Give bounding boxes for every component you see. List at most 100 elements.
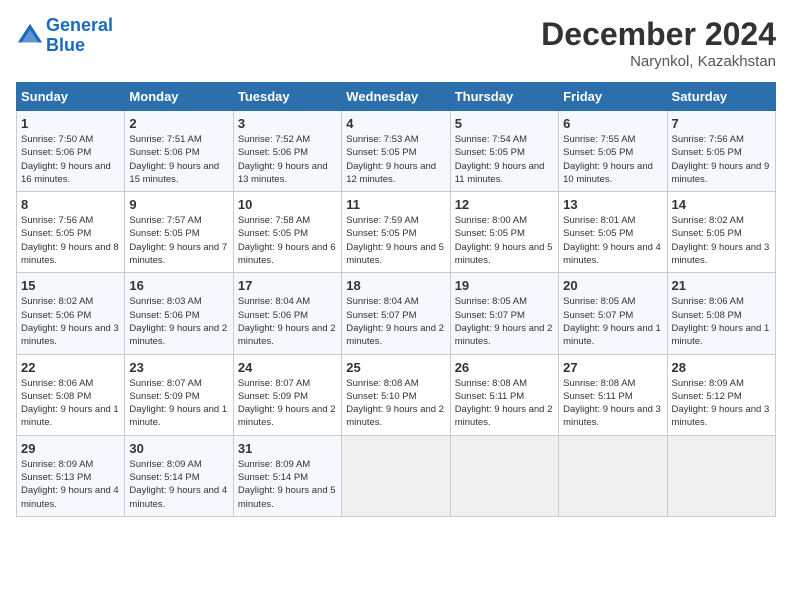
calendar-cell: 16 Sunrise: 8:03 AM Sunset: 5:06 PM Dayl… xyxy=(125,273,233,354)
calendar-row-3: 15 Sunrise: 8:02 AM Sunset: 5:06 PM Dayl… xyxy=(17,273,776,354)
day-number: 16 xyxy=(129,278,228,293)
calendar-cell: 8 Sunrise: 7:56 AM Sunset: 5:05 PM Dayli… xyxy=(17,192,125,273)
calendar-cell: 25 Sunrise: 8:08 AM Sunset: 5:10 PM Dayl… xyxy=(342,354,450,435)
calendar-cell: 28 Sunrise: 8:09 AM Sunset: 5:12 PM Dayl… xyxy=(667,354,775,435)
day-number: 3 xyxy=(238,116,337,131)
calendar-cell: 17 Sunrise: 8:04 AM Sunset: 5:06 PM Dayl… xyxy=(233,273,341,354)
day-number: 10 xyxy=(238,197,337,212)
calendar-cell: 15 Sunrise: 8:02 AM Sunset: 5:06 PM Dayl… xyxy=(17,273,125,354)
day-number: 8 xyxy=(21,197,120,212)
day-info: Sunrise: 7:56 AM Sunset: 5:05 PM Dayligh… xyxy=(672,133,771,186)
calendar-cell: 31 Sunrise: 8:09 AM Sunset: 5:14 PM Dayl… xyxy=(233,435,341,516)
day-number: 15 xyxy=(21,278,120,293)
day-info: Sunrise: 8:09 AM Sunset: 5:13 PM Dayligh… xyxy=(21,458,120,511)
day-number: 2 xyxy=(129,116,228,131)
calendar-cell: 4 Sunrise: 7:53 AM Sunset: 5:05 PM Dayli… xyxy=(342,111,450,192)
calendar-cell: 13 Sunrise: 8:01 AM Sunset: 5:05 PM Dayl… xyxy=(559,192,667,273)
title-block: December 2024 Narynkol, Kazakhstan xyxy=(541,16,776,70)
day-info: Sunrise: 7:57 AM Sunset: 5:05 PM Dayligh… xyxy=(129,214,228,267)
page-header: General Blue December 2024 Narynkol, Kaz… xyxy=(16,16,776,70)
calendar-cell: 23 Sunrise: 8:07 AM Sunset: 5:09 PM Dayl… xyxy=(125,354,233,435)
day-info: Sunrise: 8:06 AM Sunset: 5:08 PM Dayligh… xyxy=(21,377,120,430)
calendar-cell xyxy=(342,435,450,516)
calendar-cell: 18 Sunrise: 8:04 AM Sunset: 5:07 PM Dayl… xyxy=(342,273,450,354)
day-info: Sunrise: 8:09 AM Sunset: 5:14 PM Dayligh… xyxy=(129,458,228,511)
day-number: 21 xyxy=(672,278,771,293)
logo: General Blue xyxy=(16,16,113,56)
day-number: 26 xyxy=(455,360,554,375)
weekday-header-tuesday: Tuesday xyxy=(233,83,341,111)
calendar-cell xyxy=(450,435,558,516)
day-info: Sunrise: 7:52 AM Sunset: 5:06 PM Dayligh… xyxy=(238,133,337,186)
day-number: 19 xyxy=(455,278,554,293)
day-info: Sunrise: 8:03 AM Sunset: 5:06 PM Dayligh… xyxy=(129,295,228,348)
day-number: 13 xyxy=(563,197,662,212)
day-info: Sunrise: 7:59 AM Sunset: 5:05 PM Dayligh… xyxy=(346,214,445,267)
weekday-header-wednesday: Wednesday xyxy=(342,83,450,111)
day-number: 18 xyxy=(346,278,445,293)
day-info: Sunrise: 8:02 AM Sunset: 5:05 PM Dayligh… xyxy=(672,214,771,267)
logo-icon xyxy=(16,22,44,50)
day-number: 1 xyxy=(21,116,120,131)
calendar-cell: 30 Sunrise: 8:09 AM Sunset: 5:14 PM Dayl… xyxy=(125,435,233,516)
day-info: Sunrise: 8:04 AM Sunset: 5:06 PM Dayligh… xyxy=(238,295,337,348)
weekday-header-thursday: Thursday xyxy=(450,83,558,111)
day-number: 28 xyxy=(672,360,771,375)
weekday-header-saturday: Saturday xyxy=(667,83,775,111)
day-number: 25 xyxy=(346,360,445,375)
day-info: Sunrise: 8:09 AM Sunset: 5:14 PM Dayligh… xyxy=(238,458,337,511)
day-info: Sunrise: 7:55 AM Sunset: 5:05 PM Dayligh… xyxy=(563,133,662,186)
day-number: 30 xyxy=(129,441,228,456)
calendar-row-1: 1 Sunrise: 7:50 AM Sunset: 5:06 PM Dayli… xyxy=(17,111,776,192)
day-number: 23 xyxy=(129,360,228,375)
day-number: 22 xyxy=(21,360,120,375)
day-number: 5 xyxy=(455,116,554,131)
calendar-row-4: 22 Sunrise: 8:06 AM Sunset: 5:08 PM Dayl… xyxy=(17,354,776,435)
weekday-header-sunday: Sunday xyxy=(17,83,125,111)
logo-text: General Blue xyxy=(46,16,113,56)
calendar-cell: 24 Sunrise: 8:07 AM Sunset: 5:09 PM Dayl… xyxy=(233,354,341,435)
day-info: Sunrise: 8:02 AM Sunset: 5:06 PM Dayligh… xyxy=(21,295,120,348)
day-info: Sunrise: 7:53 AM Sunset: 5:05 PM Dayligh… xyxy=(346,133,445,186)
day-info: Sunrise: 7:50 AM Sunset: 5:06 PM Dayligh… xyxy=(21,133,120,186)
month-title: December 2024 xyxy=(541,16,776,53)
day-info: Sunrise: 8:07 AM Sunset: 5:09 PM Dayligh… xyxy=(129,377,228,430)
day-info: Sunrise: 7:54 AM Sunset: 5:05 PM Dayligh… xyxy=(455,133,554,186)
day-number: 11 xyxy=(346,197,445,212)
day-number: 12 xyxy=(455,197,554,212)
day-number: 9 xyxy=(129,197,228,212)
day-info: Sunrise: 8:04 AM Sunset: 5:07 PM Dayligh… xyxy=(346,295,445,348)
day-number: 20 xyxy=(563,278,662,293)
calendar-table: SundayMondayTuesdayWednesdayThursdayFrid… xyxy=(16,82,776,517)
calendar-cell: 1 Sunrise: 7:50 AM Sunset: 5:06 PM Dayli… xyxy=(17,111,125,192)
day-info: Sunrise: 7:56 AM Sunset: 5:05 PM Dayligh… xyxy=(21,214,120,267)
day-number: 6 xyxy=(563,116,662,131)
day-info: Sunrise: 8:00 AM Sunset: 5:05 PM Dayligh… xyxy=(455,214,554,267)
day-info: Sunrise: 8:08 AM Sunset: 5:10 PM Dayligh… xyxy=(346,377,445,430)
day-number: 31 xyxy=(238,441,337,456)
day-info: Sunrise: 8:05 AM Sunset: 5:07 PM Dayligh… xyxy=(563,295,662,348)
calendar-row-2: 8 Sunrise: 7:56 AM Sunset: 5:05 PM Dayli… xyxy=(17,192,776,273)
day-number: 7 xyxy=(672,116,771,131)
day-number: 14 xyxy=(672,197,771,212)
calendar-cell: 12 Sunrise: 8:00 AM Sunset: 5:05 PM Dayl… xyxy=(450,192,558,273)
calendar-cell: 19 Sunrise: 8:05 AM Sunset: 5:07 PM Dayl… xyxy=(450,273,558,354)
day-info: Sunrise: 8:07 AM Sunset: 5:09 PM Dayligh… xyxy=(238,377,337,430)
weekday-header-friday: Friday xyxy=(559,83,667,111)
day-info: Sunrise: 7:58 AM Sunset: 5:05 PM Dayligh… xyxy=(238,214,337,267)
location: Narynkol, Kazakhstan xyxy=(541,53,776,70)
calendar-cell: 26 Sunrise: 8:08 AM Sunset: 5:11 PM Dayl… xyxy=(450,354,558,435)
weekday-header-monday: Monday xyxy=(125,83,233,111)
calendar-cell: 29 Sunrise: 8:09 AM Sunset: 5:13 PM Dayl… xyxy=(17,435,125,516)
calendar-cell: 27 Sunrise: 8:08 AM Sunset: 5:11 PM Dayl… xyxy=(559,354,667,435)
calendar-cell: 10 Sunrise: 7:58 AM Sunset: 5:05 PM Dayl… xyxy=(233,192,341,273)
calendar-row-5: 29 Sunrise: 8:09 AM Sunset: 5:13 PM Dayl… xyxy=(17,435,776,516)
calendar-cell: 5 Sunrise: 7:54 AM Sunset: 5:05 PM Dayli… xyxy=(450,111,558,192)
calendar-cell: 3 Sunrise: 7:52 AM Sunset: 5:06 PM Dayli… xyxy=(233,111,341,192)
day-info: Sunrise: 8:08 AM Sunset: 5:11 PM Dayligh… xyxy=(455,377,554,430)
calendar-cell: 22 Sunrise: 8:06 AM Sunset: 5:08 PM Dayl… xyxy=(17,354,125,435)
day-info: Sunrise: 8:09 AM Sunset: 5:12 PM Dayligh… xyxy=(672,377,771,430)
day-number: 4 xyxy=(346,116,445,131)
calendar-cell: 21 Sunrise: 8:06 AM Sunset: 5:08 PM Dayl… xyxy=(667,273,775,354)
weekday-header-row: SundayMondayTuesdayWednesdayThursdayFrid… xyxy=(17,83,776,111)
